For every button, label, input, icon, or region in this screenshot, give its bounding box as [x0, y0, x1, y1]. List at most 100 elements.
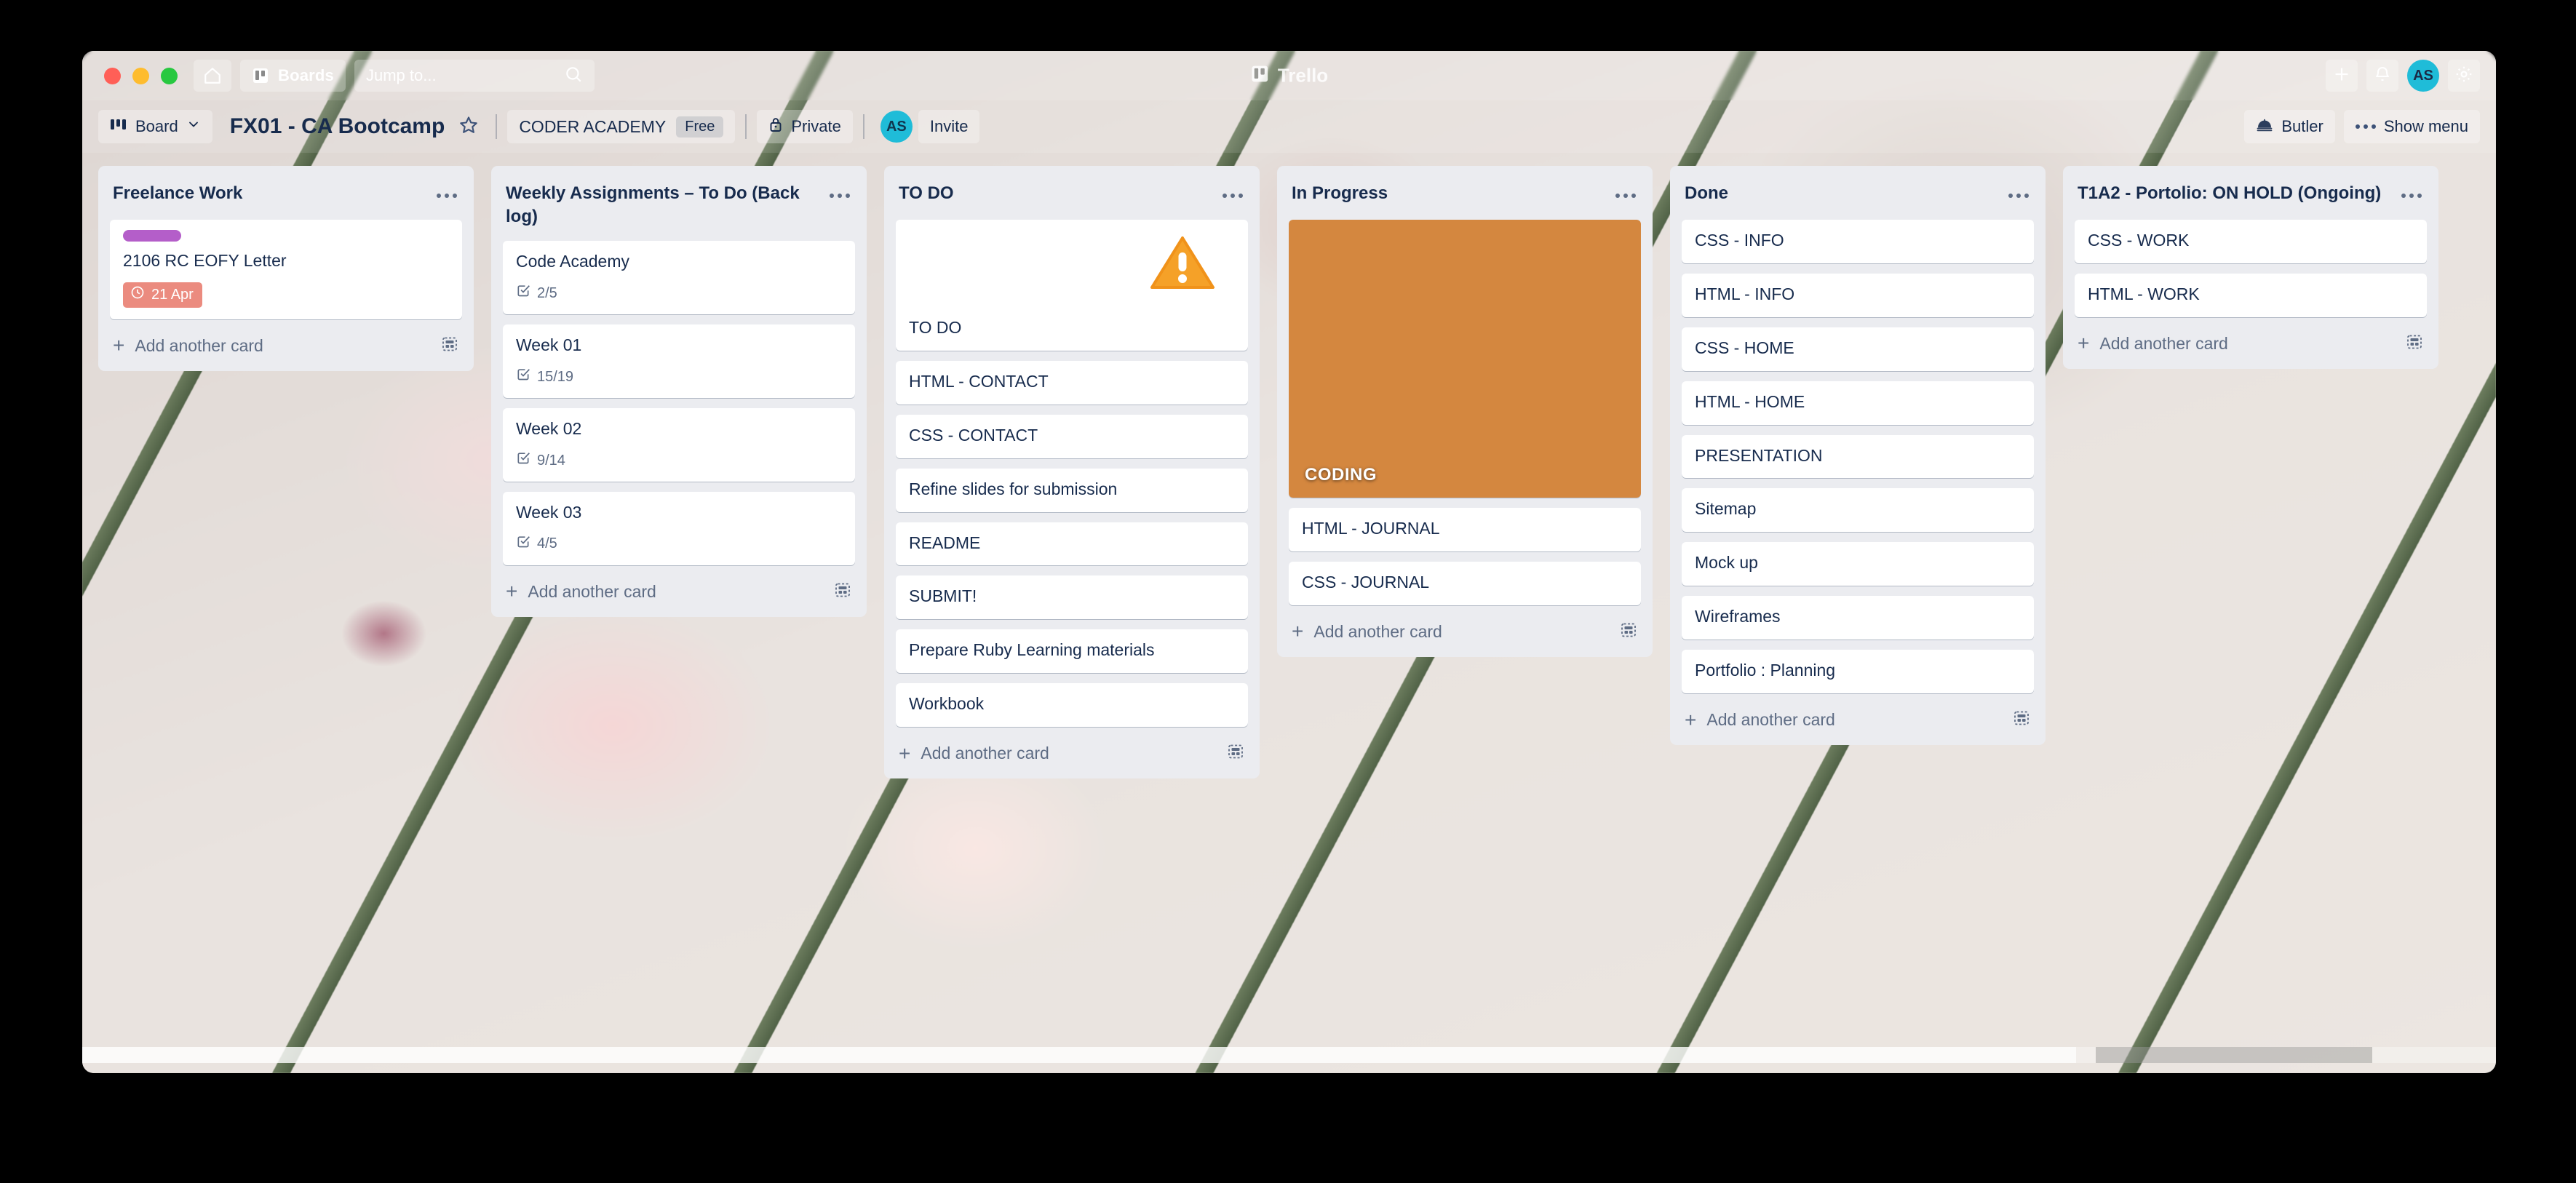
add-another-card-button[interactable]: + Add another card	[491, 568, 867, 614]
card[interactable]: Week 02 9/14	[503, 408, 855, 482]
list-to-do[interactable]: TO DO TO DO HTML - CONTACT CSS - CONTACT…	[884, 166, 1260, 779]
list-title[interactable]: In Progress	[1292, 182, 1388, 205]
card[interactable]: README	[896, 522, 1248, 566]
board-view-switcher[interactable]: Board	[98, 110, 212, 143]
minimize-window-button[interactable]	[132, 67, 149, 84]
butler-button[interactable]: Butler	[2244, 110, 2335, 143]
close-window-button[interactable]	[104, 67, 121, 84]
due-date-badge[interactable]: 21 Apr	[123, 282, 202, 308]
add-another-card-button[interactable]: + Add another card	[884, 730, 1260, 776]
card[interactable]: HTML - JOURNAL	[1289, 508, 1641, 551]
top-navigation-bar: Boards Jump to... Trello AS	[82, 51, 2496, 100]
add-card-left: + Add another card	[2078, 333, 2228, 354]
card[interactable]: Week 01 15/19	[503, 324, 855, 399]
checklist-icon	[516, 534, 530, 554]
search-icon[interactable]	[564, 65, 583, 87]
card[interactable]: HTML - CONTACT	[896, 360, 1248, 405]
card-title: HTML - WORK	[2088, 284, 2200, 303]
add-card-label: Add another card	[921, 744, 1049, 763]
list-done[interactable]: Done CSS - INFO HTML - INFO CSS - HOME H…	[1670, 166, 2046, 746]
card[interactable]: Refine slides for submission	[896, 468, 1248, 512]
board-member-initials: AS	[886, 118, 907, 135]
add-another-card-button[interactable]: + Add another card	[1277, 608, 1653, 654]
card[interactable]: HTML - INFO	[1682, 273, 2034, 317]
card[interactable]: CSS - WORK	[2075, 220, 2427, 263]
list-menu-button[interactable]	[1220, 185, 1245, 207]
notifications-button[interactable]	[2366, 60, 2398, 92]
list-menu-button[interactable]	[827, 185, 852, 207]
list-menu-button[interactable]	[2399, 185, 2424, 207]
add-card-left: + Add another card	[506, 581, 656, 602]
add-card-left: + Add another card	[1685, 709, 1835, 730]
add-another-card-button[interactable]: + Add another card	[2063, 320, 2438, 366]
card[interactable]: CODING	[1289, 220, 1641, 498]
add-another-card-button[interactable]: + Add another card	[1670, 696, 2046, 742]
card[interactable]: CSS - HOME	[1682, 327, 2034, 371]
card[interactable]: Prepare Ruby Learning materials	[896, 629, 1248, 674]
card-template-icon[interactable]	[833, 581, 852, 602]
star-board-button[interactable]	[452, 110, 485, 143]
team-chip[interactable]: CODER ACADEMY Free	[507, 110, 736, 143]
list-title[interactable]: Freelance Work	[113, 182, 242, 205]
card[interactable]: Wireframes	[1682, 596, 2034, 640]
list-in-progress[interactable]: In Progress CODING HTML - JOURNAL CSS - …	[1277, 166, 1653, 657]
invite-label: Invite	[929, 117, 969, 135]
show-menu-button[interactable]: Show menu	[2343, 110, 2480, 143]
list-title[interactable]: Weekly Assignments – To Do (Back log)	[506, 182, 819, 228]
user-avatar[interactable]: AS	[2407, 60, 2439, 92]
card[interactable]: TO DO	[896, 220, 1248, 351]
card[interactable]: HTML - WORK	[2075, 273, 2427, 317]
card-template-icon[interactable]	[2405, 333, 2424, 354]
board-horizontal-scrollbar[interactable]	[82, 1047, 2496, 1063]
board-member-avatar[interactable]: AS	[880, 111, 913, 143]
card[interactable]: SUBMIT!	[896, 575, 1248, 620]
add-another-card-button[interactable]: + Add another card	[98, 322, 474, 368]
list-title[interactable]: T1A2 - Portolio: ON HOLD (Ongoing)	[2078, 182, 2381, 205]
list-menu-button[interactable]	[434, 185, 459, 207]
zoom-window-button[interactable]	[161, 67, 178, 84]
board-visibility-button[interactable]: Private	[757, 110, 853, 143]
list-t1a2-portfolio[interactable]: T1A2 - Portolio: ON HOLD (Ongoing) CSS -…	[2063, 166, 2438, 369]
card-template-icon[interactable]	[2012, 709, 2031, 730]
card-title: CSS - HOME	[1695, 338, 1794, 357]
card[interactable]: Sitemap	[1682, 488, 2034, 533]
star-icon	[458, 115, 479, 139]
list-weekly-assignments[interactable]: Weekly Assignments – To Do (Back log) Co…	[491, 166, 867, 617]
trello-logo-icon	[1250, 65, 1269, 87]
add-button[interactable]	[2326, 60, 2358, 92]
card[interactable]: CSS - CONTACT	[896, 414, 1248, 458]
card[interactable]: Portfolio : Planning	[1682, 650, 2034, 694]
card-template-icon[interactable]	[1619, 621, 1638, 642]
card[interactable]: 2106 RC EOFY Letter 21 Apr	[110, 220, 462, 319]
boards-button[interactable]: Boards	[240, 60, 346, 92]
card-label-purple[interactable]	[123, 230, 181, 242]
scrollbar-remainder[interactable]	[2096, 1047, 2372, 1063]
chevron-down-icon	[186, 117, 201, 136]
list-menu-button[interactable]	[1613, 185, 1638, 207]
board-view-label: Board	[135, 117, 178, 135]
jump-to-search-input[interactable]: Jump to...	[354, 60, 595, 92]
scrollbar-thumb[interactable]	[82, 1047, 2076, 1063]
card[interactable]: Code Academy 2/5	[503, 241, 855, 315]
home-button[interactable]	[194, 60, 231, 92]
show-menu-label: Show menu	[2383, 117, 2468, 135]
card[interactable]: Workbook	[896, 683, 1248, 728]
card[interactable]: CSS - INFO	[1682, 220, 2034, 263]
card[interactable]: Mock up	[1682, 542, 2034, 586]
list-freelance-work[interactable]: Freelance Work 2106 RC EOFY Letter 21 Ap…	[98, 166, 474, 371]
card-template-icon[interactable]	[1226, 743, 1245, 764]
invite-button[interactable]: Invite	[918, 110, 980, 143]
list-title[interactable]: TO DO	[899, 182, 954, 205]
settings-button[interactable]	[2448, 60, 2480, 92]
list-title[interactable]: Done	[1685, 182, 1728, 205]
add-card-label: Add another card	[528, 581, 656, 601]
list-menu-button[interactable]	[2006, 185, 2031, 207]
card[interactable]: Week 03 4/5	[503, 492, 855, 565]
card[interactable]: CSS - JOURNAL	[1289, 561, 1641, 605]
card-template-icon[interactable]	[440, 335, 459, 357]
bell-icon	[2374, 65, 2391, 87]
trello-brand: Trello	[1250, 65, 1328, 87]
board-lists-container[interactable]: Freelance Work 2106 RC EOFY Letter 21 Ap…	[82, 153, 2496, 1073]
card[interactable]: HTML - HOME	[1682, 381, 2034, 425]
card[interactable]: PRESENTATION	[1682, 434, 2034, 479]
